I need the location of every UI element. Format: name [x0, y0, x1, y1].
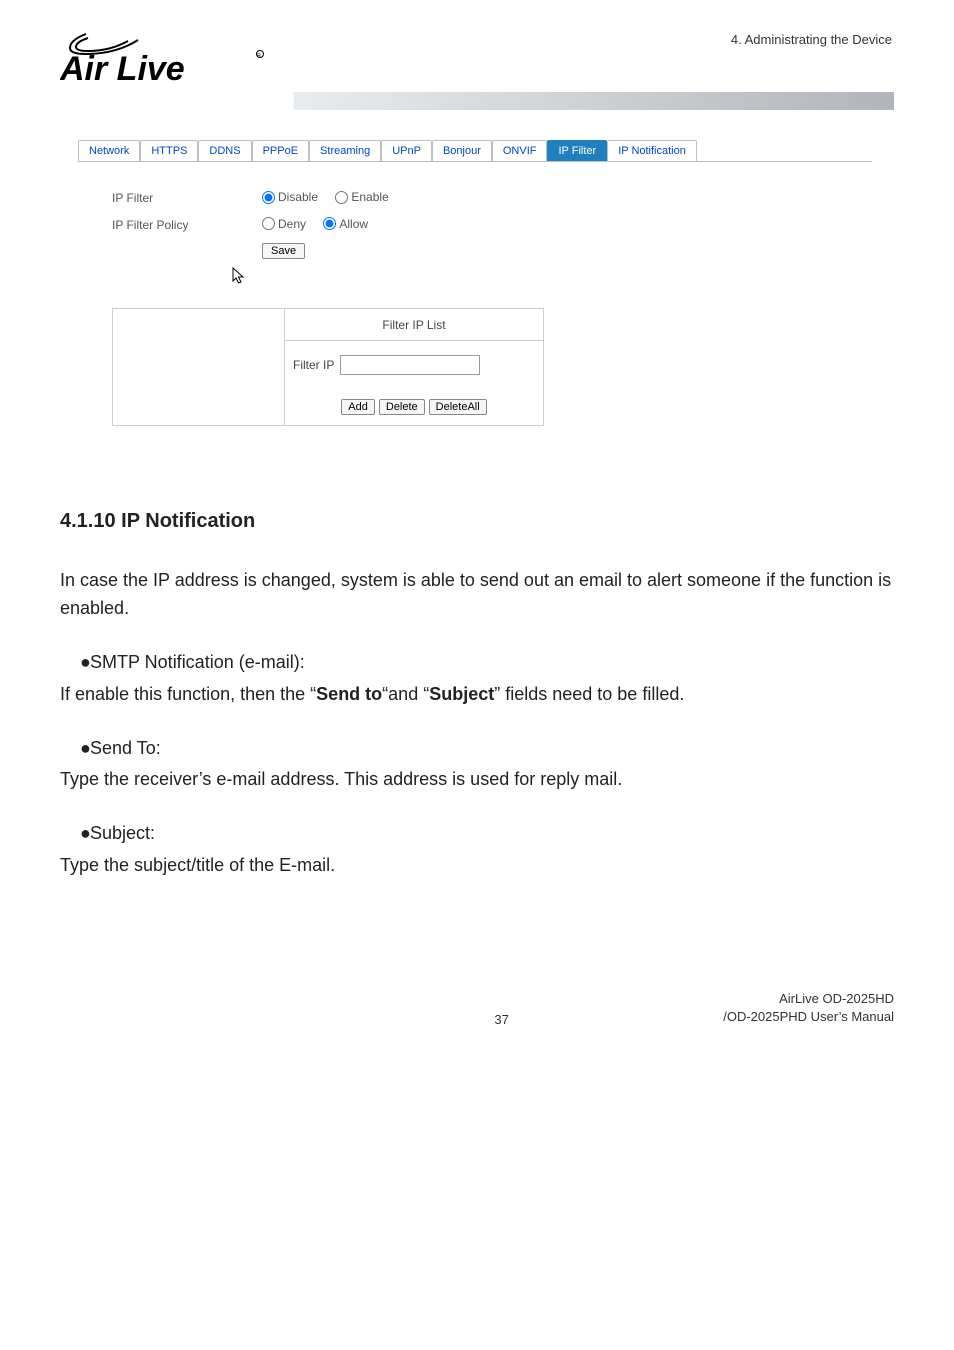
bullet-subject-body: Type the subject/title of the E-mail.	[60, 852, 894, 880]
ip-filter-enable-text: Enable	[351, 190, 388, 204]
filter-ip-input[interactable]	[340, 355, 480, 375]
ip-filter-deny-radio[interactable]	[262, 217, 275, 230]
bullet-smtp-body: If enable this function, then the “Send …	[60, 681, 894, 709]
cursor-icon	[232, 267, 872, 288]
footer-model-1: AirLive OD-2025HD	[723, 990, 894, 1008]
svg-text:R: R	[257, 53, 261, 59]
ip-filter-allow-option[interactable]: Allow	[323, 217, 368, 231]
filter-ip-list-header: Filter IP List	[285, 309, 543, 341]
tab-bar: Network HTTPS DDNS PPPoE Streaming UPnP …	[78, 140, 872, 162]
ip-filter-allow-text: Allow	[339, 217, 368, 231]
ip-filter-disable-radio[interactable]	[262, 191, 275, 204]
tab-https[interactable]: HTTPS	[140, 140, 198, 161]
bullet-smtp-title: SMTP Notification (e-mail):	[90, 649, 305, 677]
bullet-sendto-body: Type the receiver’s e-mail address. This…	[60, 766, 894, 794]
tab-upnp[interactable]: UPnP	[381, 140, 432, 161]
filter-ip-label: Filter IP	[293, 358, 334, 372]
bullet-sendto-title: Send To:	[90, 735, 161, 763]
tab-pppoe[interactable]: PPPoE	[252, 140, 309, 161]
tab-bonjour[interactable]: Bonjour	[432, 140, 492, 161]
ip-filter-disable-text: Disable	[278, 190, 318, 204]
tab-ip-filter[interactable]: IP Filter	[547, 140, 607, 161]
bullet-icon: ●	[60, 649, 90, 677]
add-button[interactable]: Add	[341, 399, 375, 415]
section-heading: 4.1.10 IP Notification	[60, 506, 894, 537]
delete-all-button[interactable]: DeleteAll	[429, 399, 487, 415]
brand-logo: Air Live R	[60, 30, 270, 86]
ip-filter-enable-option[interactable]: Enable	[335, 190, 388, 204]
bullet-icon: ●	[60, 735, 90, 763]
bullet-subject-title: Subject:	[90, 820, 155, 848]
bullet-icon: ●	[60, 820, 90, 848]
ip-filter-disable-option[interactable]: Disable	[262, 190, 318, 204]
footer-model-2: /OD-2025PHD User’s Manual	[723, 1008, 894, 1026]
header-chapter: 4. Administrating the Device	[731, 32, 892, 47]
tab-onvif[interactable]: ONVIF	[492, 140, 548, 161]
ip-filter-screenshot: Network HTTPS DDNS PPPoE Streaming UPnP …	[78, 140, 872, 446]
page-number: 37	[280, 1012, 723, 1027]
ip-filter-enable-radio[interactable]	[335, 191, 348, 204]
tab-network[interactable]: Network	[78, 140, 140, 161]
filter-ip-table: Filter IP List Filter IP Add Delete Dele…	[112, 308, 544, 426]
tab-ip-notification[interactable]: IP Notification	[607, 140, 697, 161]
tab-ddns[interactable]: DDNS	[198, 140, 251, 161]
ip-filter-policy-label: IP Filter Policy	[112, 218, 262, 232]
ip-filter-label: IP Filter	[112, 191, 262, 205]
tab-streaming[interactable]: Streaming	[309, 140, 381, 161]
header-divider	[60, 92, 894, 110]
ip-filter-deny-option[interactable]: Deny	[262, 217, 306, 231]
svg-text:Air Live: Air Live	[60, 50, 185, 86]
intro-paragraph: In case the IP address is changed, syste…	[60, 567, 894, 623]
ip-filter-deny-text: Deny	[278, 217, 306, 231]
ip-filter-allow-radio[interactable]	[323, 217, 336, 230]
delete-button[interactable]: Delete	[379, 399, 425, 415]
save-button[interactable]: Save	[262, 243, 305, 259]
